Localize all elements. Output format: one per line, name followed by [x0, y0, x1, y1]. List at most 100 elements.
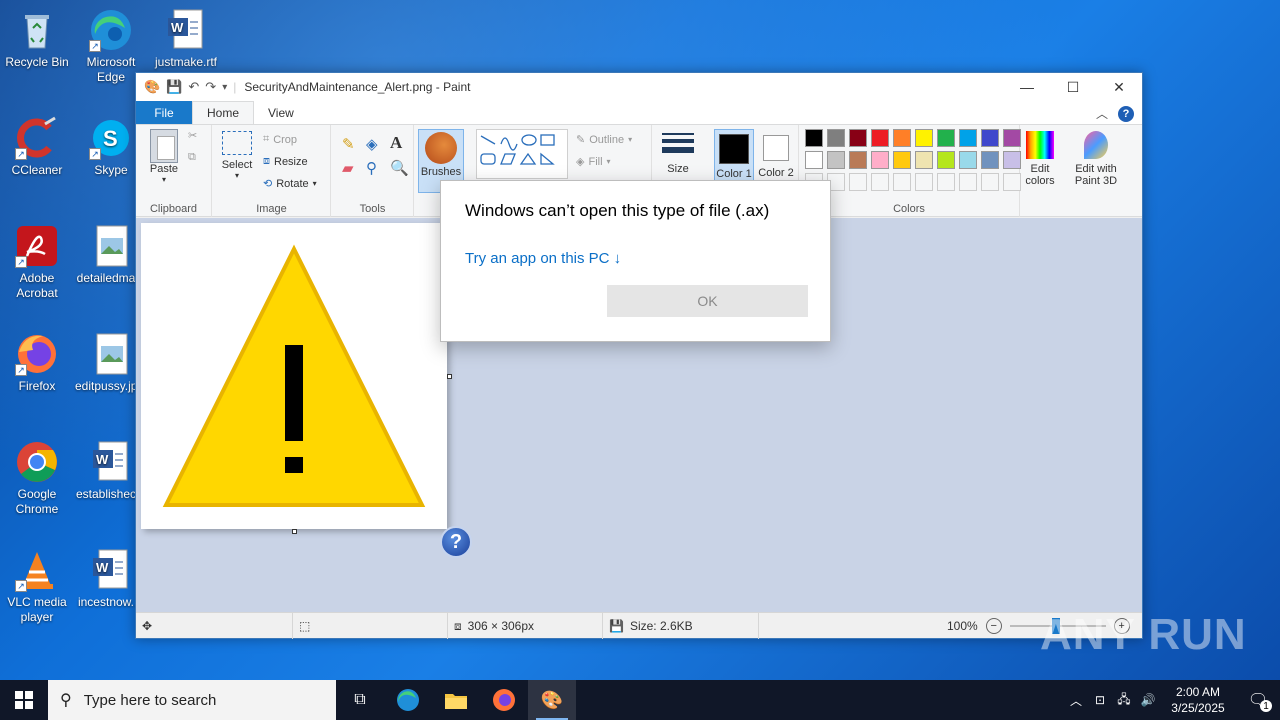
palette-swatch[interactable] [1003, 129, 1021, 147]
clock-date: 3/25/2025 [1171, 701, 1225, 715]
notification-center-button[interactable]: 🗨 1 [1236, 680, 1280, 720]
desktop-icon-label: Google Chrome [15, 487, 59, 516]
palette-swatch[interactable] [893, 129, 911, 147]
palette-swatch[interactable] [915, 129, 933, 147]
dimensions-icon: ⧈ [454, 618, 462, 633]
collapse-ribbon-icon[interactable]: ︿ [1096, 105, 1108, 122]
rotate-icon: ⟲ [263, 178, 273, 190]
task-view-button[interactable]: ⧉ [336, 680, 384, 720]
palette-swatch[interactable] [827, 151, 845, 169]
palette-swatch[interactable] [1003, 151, 1021, 169]
tab-view[interactable]: View [254, 101, 308, 124]
text-icon[interactable]: A [390, 133, 402, 153]
tab-home[interactable]: Home [192, 101, 255, 124]
image-dimensions: ⧈ 306 × 306px [447, 613, 534, 639]
palette-swatch[interactable] [849, 173, 867, 191]
taskbar-search[interactable]: ⚲ Type here to search [48, 680, 336, 720]
fill-button[interactable]: ◈ Fill ▾ [576, 155, 611, 169]
outline-button[interactable]: ✎ Outline ▾ [576, 133, 632, 147]
palette-swatch[interactable] [1003, 173, 1021, 191]
desktop-icon-vlc[interactable]: ↗ VLC media player [1, 548, 73, 625]
network-icon[interactable]: 🖧 [1112, 690, 1136, 711]
desktop-icon-label: VLC media player [7, 595, 67, 624]
taskbar-file-explorer[interactable] [432, 680, 480, 720]
palette-swatch[interactable] [827, 129, 845, 147]
clock[interactable]: 2:00 AM 3/25/2025 [1160, 684, 1236, 716]
palette-swatch[interactable] [915, 151, 933, 169]
palette-swatch[interactable] [871, 129, 889, 147]
palette-swatch[interactable] [959, 151, 977, 169]
taskbar-edge[interactable] [384, 680, 432, 720]
taskbar-firefox[interactable] [480, 680, 528, 720]
colors-label: Colors [893, 203, 925, 215]
redo-icon[interactable]: ↷ [205, 79, 216, 95]
palette-swatch[interactable] [981, 129, 999, 147]
close-button[interactable]: ✕ [1096, 73, 1142, 101]
image-label: Image [256, 203, 287, 215]
palette-swatch[interactable] [849, 129, 867, 147]
customize-qa-icon[interactable]: ▾ [222, 82, 227, 93]
eraser-icon[interactable]: ▰ [342, 159, 354, 177]
clock-time: 2:00 AM [1175, 685, 1221, 699]
cut-icon[interactable]: ✂ [188, 129, 197, 142]
save-icon[interactable]: 💾 [166, 79, 182, 95]
try-app-link[interactable]: Try an app on this PC ↓ [465, 250, 621, 267]
palette-swatch[interactable] [937, 173, 955, 191]
fill-bucket-icon[interactable]: ◈ [366, 135, 378, 153]
color2-button[interactable]: Color 2 [756, 129, 796, 179]
palette-swatch[interactable] [849, 151, 867, 169]
desktop-icon-ccleaner[interactable]: ↗ CCleaner [1, 116, 73, 178]
palette-swatch[interactable] [893, 151, 911, 169]
pencil-icon[interactable]: ✎ [342, 135, 355, 153]
palette-swatch[interactable] [805, 129, 823, 147]
select-button[interactable]: Select ▾ [219, 131, 255, 180]
palette-swatch[interactable] [937, 151, 955, 169]
palette-swatch[interactable] [805, 151, 823, 169]
rotate-button[interactable]: ⟲ Rotate ▾ [263, 177, 317, 191]
color-picker-icon[interactable]: ⚲ [366, 159, 377, 177]
desktop-icon-firefox[interactable]: ↗ Firefox [1, 332, 73, 394]
edit-paint3d-button[interactable]: Edit with Paint 3D [1066, 131, 1126, 187]
magnifier-icon[interactable]: 🔍 [390, 159, 409, 177]
resize-handle-bottom[interactable] [292, 529, 297, 534]
desktop-icon-recycle-bin[interactable]: Recycle Bin [1, 8, 73, 70]
help-question-icon[interactable]: ? [440, 526, 472, 558]
desktop-icon-justmake[interactable]: W justmake.rtf [150, 8, 222, 70]
crop-button[interactable]: ⌗ Crop [263, 133, 297, 146]
maximize-button[interactable]: ☐ [1050, 73, 1096, 101]
tab-file[interactable]: File [136, 101, 192, 124]
device-icon[interactable]: ⊡ [1088, 693, 1112, 707]
show-hidden-icons[interactable]: ︿ [1064, 692, 1088, 709]
zoom-out-icon[interactable]: − [985, 618, 1002, 634]
palette-swatch[interactable] [871, 151, 889, 169]
copy-icon[interactable]: ⧉ [188, 151, 196, 164]
quick-access-toolbar: 🎨 💾 ↶ ↷ ▾ [136, 79, 227, 95]
volume-icon[interactable]: 🔊 [1136, 693, 1160, 707]
desktop-icon-label: justmake.rtf [154, 55, 217, 69]
palette-swatch[interactable] [959, 129, 977, 147]
resize-handle-right[interactable] [447, 374, 452, 379]
palette-swatch[interactable] [981, 173, 999, 191]
taskbar-paint[interactable]: 🎨 [528, 680, 576, 720]
palette-swatch[interactable] [893, 173, 911, 191]
desktop-icon-chrome[interactable]: Google Chrome [1, 440, 73, 517]
start-button[interactable] [0, 680, 48, 720]
palette-swatch[interactable] [871, 173, 889, 191]
paste-button[interactable]: Paste ▾ [144, 129, 184, 184]
size-button[interactable]: Size [658, 133, 698, 175]
ok-button[interactable]: OK [607, 285, 808, 317]
undo-icon[interactable]: ↶ [188, 79, 199, 95]
image-file-icon [89, 332, 133, 376]
search-icon: ⚲ [60, 692, 72, 709]
palette-swatch[interactable] [937, 129, 955, 147]
resize-button[interactable]: ⧈ Resize [263, 155, 308, 168]
minimize-button[interactable]: — [1004, 73, 1050, 101]
shapes-gallery[interactable] [476, 129, 568, 179]
image-canvas[interactable] [141, 223, 447, 529]
palette-swatch[interactable] [915, 173, 933, 191]
palette-swatch[interactable] [981, 151, 999, 169]
help-icon[interactable]: ? [1118, 105, 1134, 122]
palette-swatch[interactable] [959, 173, 977, 191]
edit-colors-button[interactable]: Edit colors [1020, 131, 1060, 187]
desktop-icon-acrobat[interactable]: ↗ Adobe Acrobat [1, 224, 73, 301]
